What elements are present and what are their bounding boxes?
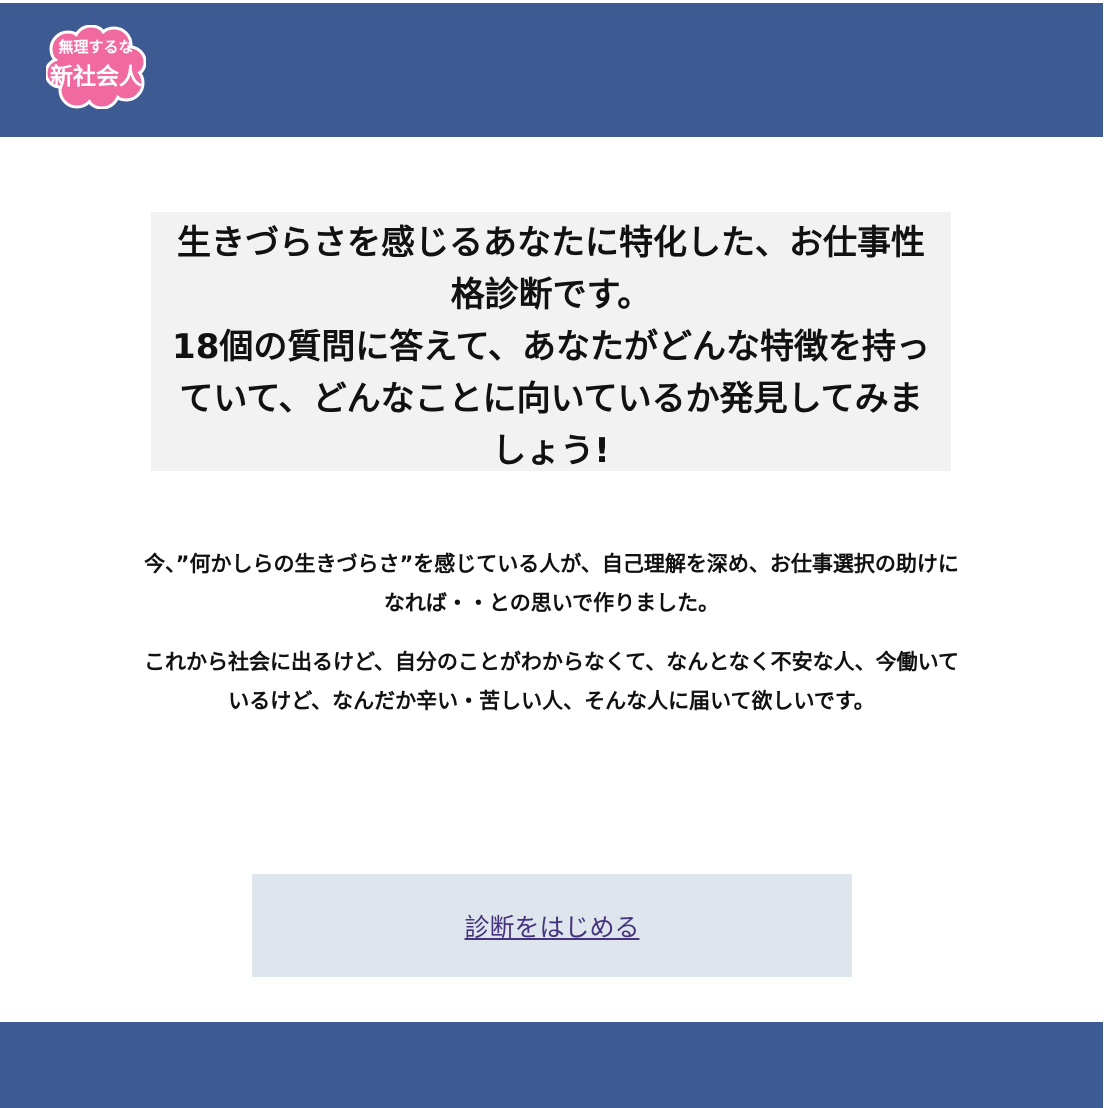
start-diagnosis-box: 診断をはじめる xyxy=(252,874,852,977)
page: 無理するな 新社会人 生きづらさを感じるあなたに特化した、お仕事性 格診断です。… xyxy=(0,0,1108,1108)
start-diagnosis-link[interactable]: 診断をはじめる xyxy=(464,908,639,944)
logo-text-top: 無理するな xyxy=(58,38,134,56)
site-header: 無理するな 新社会人 xyxy=(0,3,1103,137)
intro-p2-line-1: これから社会に出るけど、自分のことがわからなくて、なんとなく不安な人、今働いて xyxy=(143,650,959,674)
site-logo[interactable]: 無理するな 新社会人 xyxy=(46,25,146,109)
intro-paragraph-2: これから社会に出るけど、自分のことがわからなくて、なんとなく不安な人、今働いて … xyxy=(70,643,1033,721)
intro-p1-line-2: なれば・・との思いで作りました。 xyxy=(383,591,720,615)
hero-line-4: ていて、どんなことに向いているか発見してみま xyxy=(179,379,923,419)
hero-line-5: しょう! xyxy=(492,431,610,471)
site-footer xyxy=(0,1022,1103,1108)
hero-line-1: 生きづらさを感じるあなたに特化した、お仕事性 xyxy=(177,223,925,263)
intro-paragraph-1: 今、”何かしらの生きづらさ”を感じている人が、自己理解を深め、お仕事選択の助けに… xyxy=(70,545,1033,623)
hero-heading: 生きづらさを感じるあなたに特化した、お仕事性 格診断です。 18個の質問に答えて… xyxy=(151,217,951,477)
hero-box: 生きづらさを感じるあなたに特化した、お仕事性 格診断です。 18個の質問に答えて… xyxy=(151,212,951,471)
intro-p2-line-2: いるけど、なんだか辛い・苦しい人、そんな人に届いて欲しいです。 xyxy=(228,689,875,713)
intro-p1-line-1: 今、”何かしらの生きづらさ”を感じている人が、自己理解を深め、お仕事選択の助けに xyxy=(144,552,959,576)
logo-text-main: 新社会人 xyxy=(50,64,142,90)
hero-line-3: 18個の質問に答えて、あなたがどんな特徴を持っ xyxy=(172,327,930,367)
hero-line-2: 格診断です。 xyxy=(450,275,652,315)
